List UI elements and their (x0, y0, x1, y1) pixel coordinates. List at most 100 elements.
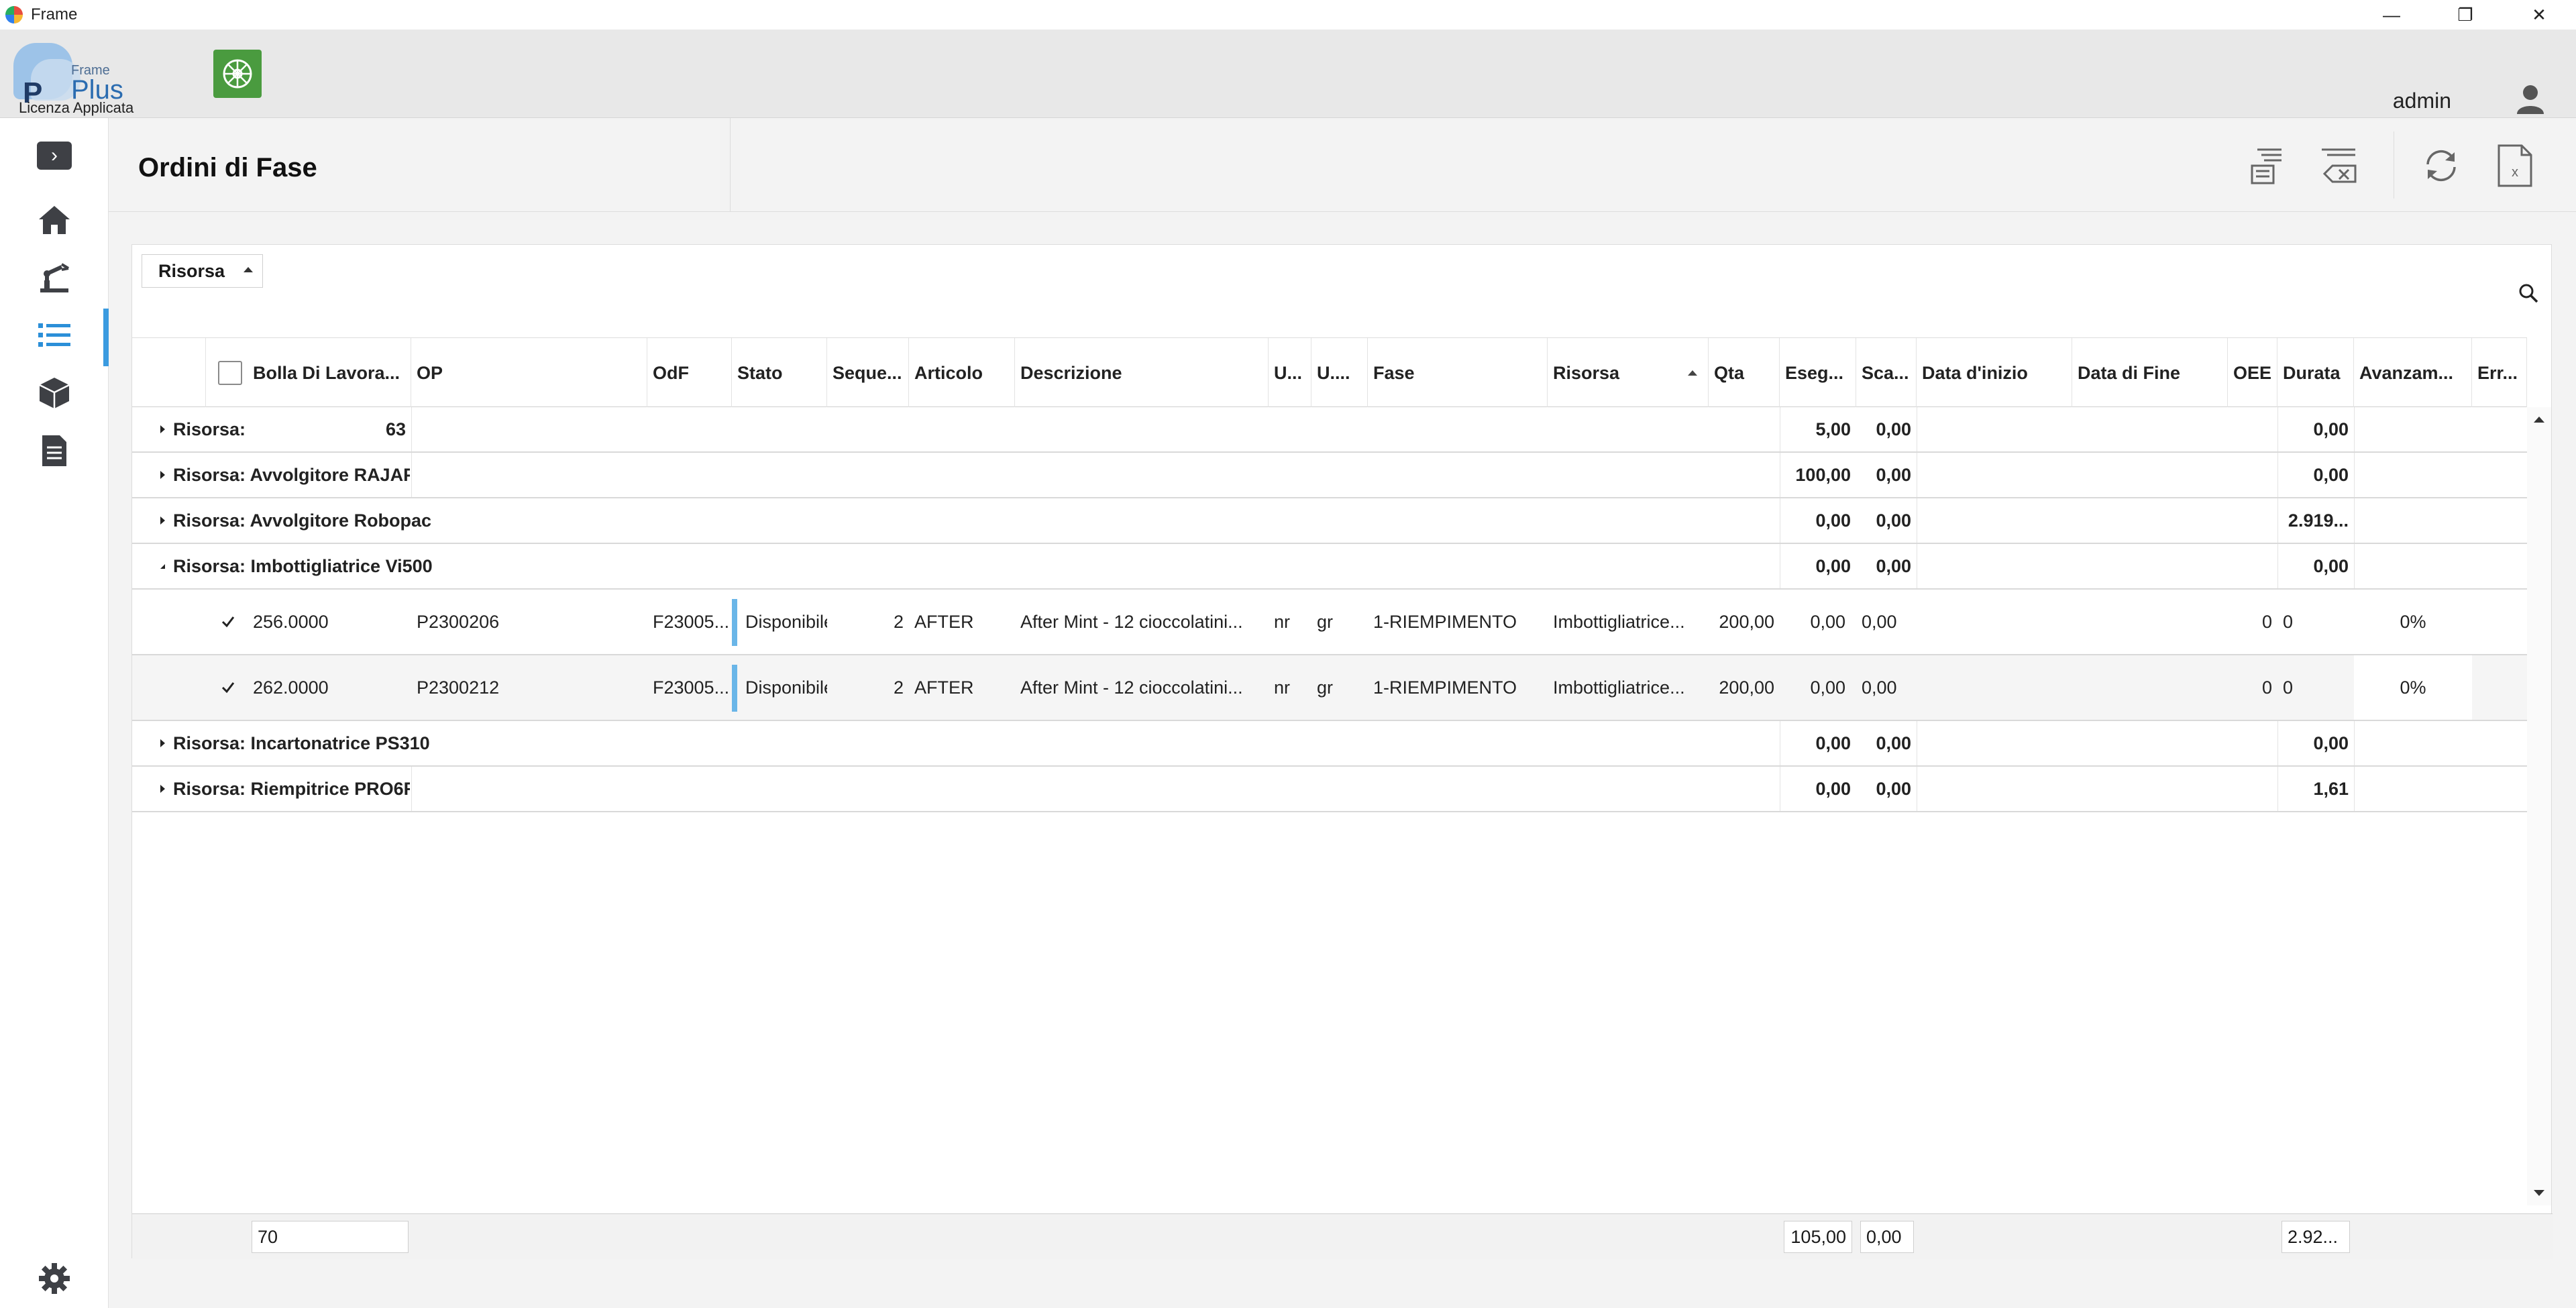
group-by-label: Risorsa (158, 260, 225, 281)
table-row[interactable]: 262.0000 P2300212 F23005... Disponibile … (132, 655, 2527, 721)
chevron-right-icon: › (37, 142, 72, 170)
group-label: Risorsa: Riempitrice PRO6R (155, 767, 410, 811)
refresh-icon (2426, 150, 2456, 182)
header-odf[interactable]: OdF (647, 338, 732, 408)
header-um2[interactable]: U.... (1311, 338, 1368, 408)
close-button[interactable]: ✕ (2502, 0, 2576, 30)
header-eseguita[interactable]: Eseg... (1780, 338, 1856, 408)
group-sca: 0,00 (1876, 555, 1911, 576)
document-icon (42, 435, 66, 466)
filter-list-icon (2251, 148, 2282, 184)
header-bolla[interactable]: Bolla Di Lavora... (248, 338, 411, 408)
scroll-up-icon[interactable] (2534, 417, 2544, 423)
header-avanzamento[interactable]: Avanzam... (2354, 338, 2472, 408)
header-articolo[interactable]: Articolo (909, 338, 1015, 408)
sidebar-item-machines[interactable] (0, 251, 109, 305)
state-indicator (732, 599, 737, 646)
group-by-chip[interactable]: Risorsa (142, 254, 264, 288)
collapse-caret-icon[interactable] (160, 563, 165, 569)
export-excel-button[interactable]: x (2491, 142, 2538, 189)
filter-list-button[interactable] (2241, 142, 2288, 189)
cell-um1: nr (1274, 611, 1291, 632)
row-checkbox[interactable] (218, 655, 245, 720)
cell-risorsa: Imbottigliatrice... (1553, 677, 1685, 698)
refresh-button[interactable] (2418, 142, 2465, 189)
cell-articolo: AFTER (914, 677, 974, 698)
group-row[interactable]: Risorsa: Imbottigliatrice Vi500 0,00 0,0… (132, 544, 2527, 590)
header-um1[interactable]: U... (1269, 338, 1311, 408)
cell-op: P2300212 (417, 677, 500, 698)
group-sca: 0,00 (1876, 732, 1911, 753)
row-checkbox[interactable] (218, 590, 245, 654)
sidebar-item-items[interactable] (0, 366, 109, 420)
group-row[interactable]: Risorsa: Incartonatrice PS310 0,00 0,00 … (132, 721, 2527, 767)
restore-button[interactable]: ❐ (2428, 0, 2502, 30)
sidebar-item-settings[interactable] (0, 1252, 109, 1305)
group-label: Risorsa: Imbottigliatrice Vi500 (155, 544, 531, 588)
cell-scarto: 0,00 (1862, 677, 1897, 698)
expand-caret-icon[interactable] (160, 425, 165, 433)
cell-avanzamento: 0% (2400, 611, 2426, 632)
select-all-checkbox[interactable] (218, 361, 242, 385)
search-icon (2519, 284, 2538, 303)
group-durata: 0,00 (2313, 464, 2349, 485)
user-name[interactable]: admin (2393, 89, 2451, 113)
cell-stato: Disponibile (732, 590, 827, 654)
group-label: Risorsa: Avvolgitore RAJAP (155, 453, 410, 497)
header-errori[interactable]: Err... (2472, 338, 2527, 408)
cell-um1: nr (1274, 677, 1291, 698)
cell-descrizione: After Mint - 12 cioccolatini... (1020, 611, 1243, 632)
header-qta[interactable]: Qta (1709, 338, 1780, 408)
expand-caret-icon[interactable] (160, 471, 165, 479)
header-fase[interactable]: Fase (1368, 338, 1548, 408)
expand-caret-icon[interactable] (160, 785, 165, 793)
page-header: Ordini di Fase x (109, 118, 2576, 212)
header-stato[interactable]: Stato (732, 338, 827, 408)
cell-sequenza: 2 (893, 677, 904, 698)
sort-asc-icon (1688, 370, 1697, 376)
cell-eseguita: 0,00 (1810, 677, 1845, 698)
sidebar-item-home[interactable] (0, 193, 109, 247)
cell-bolla: 256.0000 (253, 611, 329, 632)
wheel-badge-icon[interactable] (213, 50, 262, 98)
header-scarto[interactable]: Sca... (1856, 338, 1917, 408)
svg-text:x: x (2512, 165, 2518, 180)
expand-caret-icon[interactable] (160, 516, 165, 525)
group-sca: 0,00 (1876, 778, 1911, 799)
header-descrizione[interactable]: Descrizione (1015, 338, 1269, 408)
page-title: Ordini di Fase (138, 153, 317, 182)
header-data-fine[interactable]: Data di Fine (2072, 338, 2228, 408)
group-row[interactable]: Risorsa: 63 5,00 0,00 0,00 (132, 407, 2527, 453)
sidebar-item-documents[interactable] (0, 424, 109, 478)
group-durata: 1,61 (2313, 778, 2349, 799)
group-row[interactable]: Risorsa: Avvolgitore Robopac 0,00 0,00 2… (132, 498, 2527, 544)
sort-asc-icon (244, 267, 254, 272)
vertical-scrollbar[interactable] (2527, 407, 2551, 1205)
group-row[interactable]: Risorsa: Riempitrice PRO6R 0,00 0,00 1,6… (132, 767, 2527, 812)
scroll-down-icon[interactable] (2534, 1190, 2544, 1196)
group-row[interactable]: Risorsa: Avvolgitore RAJAP 100,00 0,00 0… (132, 453, 2527, 498)
header-durata[interactable]: Durata (2277, 338, 2354, 408)
expand-caret-icon[interactable] (160, 739, 165, 747)
minimize-button[interactable]: — (2355, 0, 2428, 30)
grid-header: Bolla Di Lavora... OP OdF Stato Seque...… (132, 337, 2527, 408)
user-avatar-icon[interactable] (2512, 80, 2549, 118)
header-op[interactable]: OP (411, 338, 647, 408)
footer-count: 70 (252, 1221, 409, 1253)
group-eseg: 5,00 (1815, 419, 1851, 439)
group-label: Risorsa: Avvolgitore Robopac (155, 498, 464, 543)
sidebar-expand[interactable]: › (0, 129, 109, 182)
gear-icon (39, 1263, 70, 1294)
sidebar-item-orders[interactable] (0, 309, 109, 366)
cell-op: P2300206 (417, 611, 500, 632)
header-oee[interactable]: OEE (2228, 338, 2277, 408)
sidebar: › (0, 118, 109, 1308)
header-sequenza[interactable]: Seque... (827, 338, 909, 408)
cell-um2: gr (1317, 611, 1334, 632)
cell-sequenza: 2 (893, 611, 904, 632)
header-data-inizio[interactable]: Data d'inizio (1917, 338, 2072, 408)
clear-filter-button[interactable] (2314, 142, 2361, 189)
search-button[interactable] (2515, 280, 2542, 307)
table-row[interactable]: 256.0000 P2300206 F23005... Disponibile … (132, 590, 2527, 655)
header-risorsa[interactable]: Risorsa (1548, 338, 1709, 408)
